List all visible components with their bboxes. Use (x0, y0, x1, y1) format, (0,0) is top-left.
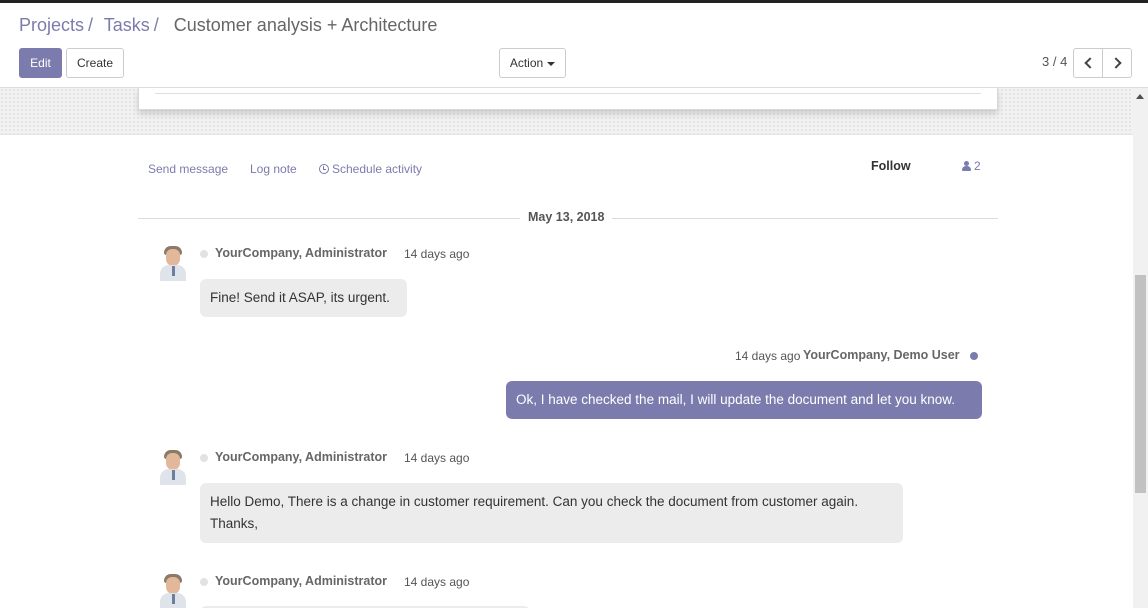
pager-next-button[interactable] (1102, 48, 1132, 78)
chevron-right-icon (1109, 57, 1122, 69)
message-author[interactable]: YourCompany, Administrator (215, 574, 387, 588)
status-dot (200, 250, 208, 258)
status-dot (970, 352, 978, 360)
status-dot (200, 578, 208, 586)
follow-button[interactable]: Follow (871, 159, 911, 173)
avatar[interactable] (158, 573, 188, 608)
breadcrumb-tasks[interactable]: Tasks (104, 15, 150, 35)
control-panel: Projects / Tasks / Customer analysis + Arc… (0, 3, 1148, 88)
breadcrumb-current-task: Customer analysis + Architecture (173, 15, 438, 35)
pager-previous-button[interactable] (1073, 48, 1103, 78)
status-dot (200, 454, 208, 462)
schedule-activity-link[interactable]: Schedule activity (319, 162, 422, 176)
date-separator-label: May 13, 2018 (520, 210, 613, 224)
schedule-activity-label: Schedule activity (332, 162, 423, 176)
log-note-link[interactable]: Log note (250, 162, 297, 176)
create-button[interactable]: Create (66, 48, 124, 78)
scroll-up-arrow-icon[interactable] (1136, 94, 1144, 99)
message-author[interactable]: YourCompany, Demo User (803, 348, 960, 362)
breadcrumb: Projects / Tasks / Customer analysis + Arc… (19, 15, 437, 36)
message-author[interactable]: YourCompany, Administrator (215, 246, 387, 260)
action-dropdown-button[interactable]: Action (499, 48, 566, 78)
clock-icon (319, 164, 329, 174)
message-time: 14 days ago (404, 451, 470, 465)
breadcrumb-separator: / (88, 15, 94, 35)
form-view: Send message Log note Schedule activity … (0, 88, 1133, 608)
message-bubble: Fine! Send it ASAP, its urgent. (200, 279, 407, 317)
message-bubble: Hello Demo, There is a change in custome… (200, 483, 903, 543)
followers-button[interactable]: 2 (962, 159, 981, 173)
scrollbar-thumb[interactable] (1135, 275, 1146, 493)
followers-count: 2 (974, 159, 981, 173)
edit-button[interactable]: Edit (19, 48, 62, 78)
form-sheet (138, 88, 998, 110)
message-bubble: Ok, I have checked the mail, I will upda… (506, 381, 982, 419)
send-message-link[interactable]: Send message (148, 162, 228, 176)
sheet-divider (155, 93, 981, 94)
breadcrumb-projects[interactable]: Projects (19, 15, 84, 35)
user-icon (962, 161, 971, 171)
vertical-scrollbar[interactable] (1133, 88, 1148, 608)
chevron-left-icon (1083, 57, 1096, 69)
message-time: 14 days ago (404, 247, 470, 261)
message-time: 14 days ago (404, 575, 470, 589)
caret-down-icon (547, 61, 556, 66)
pager-value[interactable]: 3 / 4 (1042, 54, 1067, 69)
avatar[interactable] (158, 245, 188, 281)
avatar[interactable] (158, 449, 188, 485)
breadcrumb-separator: / (153, 15, 159, 35)
message-time: 14 days ago (735, 349, 801, 363)
action-label: Action (509, 56, 544, 70)
message-author[interactable]: YourCompany, Administrator (215, 450, 387, 464)
